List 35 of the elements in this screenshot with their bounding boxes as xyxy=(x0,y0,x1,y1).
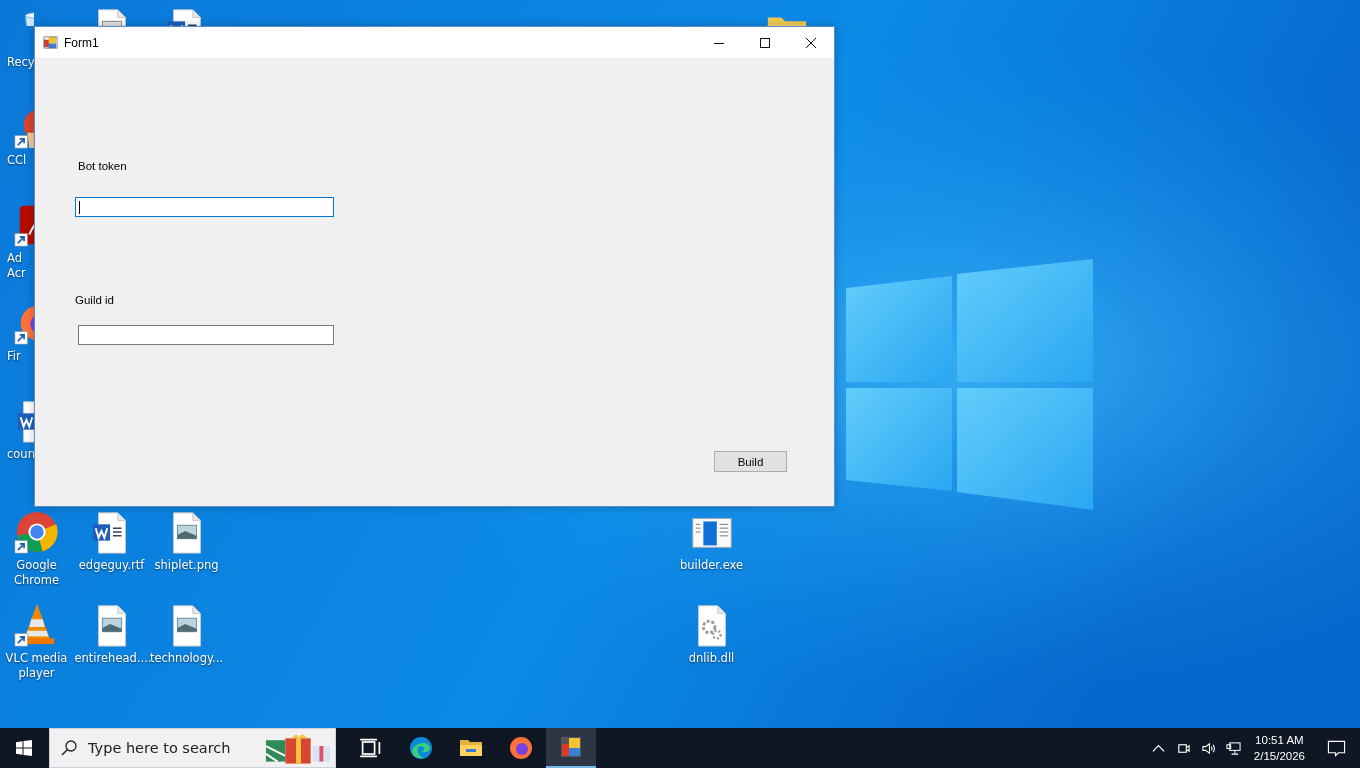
text-field[interactable] xyxy=(78,325,334,345)
file-name: technology... xyxy=(149,651,224,666)
file-name: dnlib.dll xyxy=(688,651,735,666)
file-name: Google Chrome xyxy=(12,558,61,588)
window-title: Form1 xyxy=(64,35,99,50)
task-view-icon xyxy=(359,736,383,760)
maximize-icon xyxy=(760,37,770,48)
app-icon xyxy=(559,735,583,759)
speaker-icon[interactable] xyxy=(1200,740,1216,756)
file-name: coun xyxy=(7,447,33,462)
browser-icon xyxy=(409,736,433,760)
file-name: Recy xyxy=(7,55,33,70)
file-name: VLC media player xyxy=(4,651,69,681)
browser-icon[interactable] xyxy=(13,509,60,555)
file-name: Ad Acr xyxy=(7,251,27,281)
file-name: builder.exe xyxy=(679,558,744,573)
windows-logo-icon xyxy=(16,740,32,756)
clock-date[interactable]: 2/15/2026 xyxy=(1253,748,1305,764)
build-button[interactable]: Build xyxy=(714,451,787,472)
close-icon xyxy=(806,37,816,48)
app-button[interactable] xyxy=(546,728,596,768)
text-field[interactable] xyxy=(75,197,334,217)
clock-time[interactable]: 10:51 AM xyxy=(1255,732,1304,748)
field-label: Guild id xyxy=(75,294,114,306)
app-icon xyxy=(43,35,58,50)
file-name: entirehead.... xyxy=(74,651,149,666)
field-label: Bot token xyxy=(78,160,127,172)
search-icon xyxy=(61,740,77,756)
network-icon[interactable] xyxy=(1225,740,1241,756)
file-name: edgeguy.rtf xyxy=(78,558,145,573)
message-icon[interactable] xyxy=(1327,738,1346,758)
file-name: CCl xyxy=(7,153,27,168)
file-name: shiplet.png xyxy=(154,558,219,573)
file-name: Fir xyxy=(7,349,21,364)
browser-icon xyxy=(509,736,533,760)
